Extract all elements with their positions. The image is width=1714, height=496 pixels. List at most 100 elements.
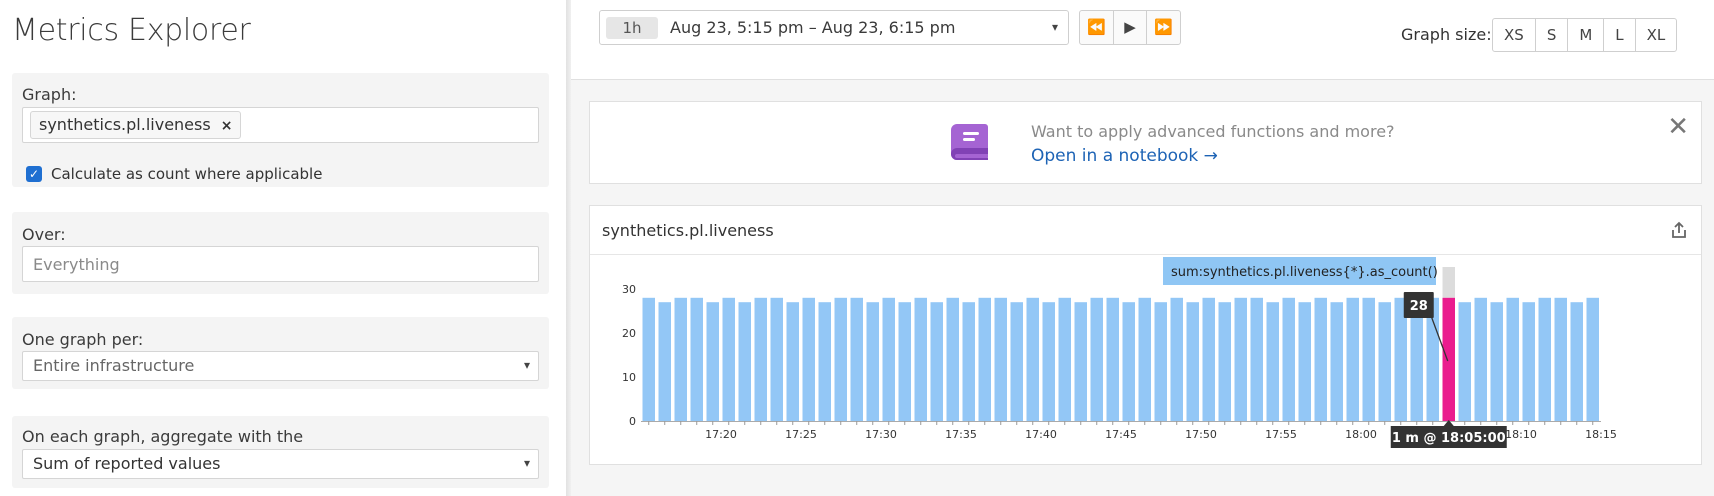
x-tick-label: 17:45 bbox=[1105, 428, 1137, 441]
bar bbox=[962, 302, 975, 421]
x-tick-label: 17:25 bbox=[785, 428, 817, 441]
bar bbox=[1186, 302, 1199, 421]
aggregate-section: On each graph, aggregate with the Sum of… bbox=[12, 416, 549, 488]
bar bbox=[946, 297, 959, 421]
metric-chip-label: synthetics.pl.liveness bbox=[39, 115, 211, 134]
time-range-text: Aug 23, 5:15 pm – Aug 23, 6:15 pm bbox=[670, 18, 956, 37]
bar bbox=[914, 297, 927, 421]
count-checkbox[interactable]: ✓ bbox=[26, 166, 42, 182]
bar bbox=[1202, 297, 1215, 421]
bar bbox=[1538, 297, 1551, 421]
bar bbox=[1410, 302, 1423, 421]
toolbar: 1h Aug 23, 5:15 pm – Aug 23, 6:15 pm ▾ ⏪… bbox=[571, 0, 1714, 80]
bar bbox=[834, 297, 847, 421]
bar bbox=[1122, 302, 1135, 421]
bar bbox=[898, 302, 911, 421]
time-span-badge: 1h bbox=[606, 17, 658, 39]
query-panel: Metrics Explorer Graph: synthetics.pl.li… bbox=[0, 0, 566, 496]
over-section: Over: Everything bbox=[12, 212, 549, 294]
bar bbox=[1570, 302, 1583, 421]
x-tick-label: 17:35 bbox=[945, 428, 977, 441]
x-tick-label: 18:15 bbox=[1585, 428, 1617, 441]
graph-per-select[interactable]: Entire infrastructure ▾ bbox=[22, 351, 539, 381]
bar bbox=[1554, 297, 1567, 421]
aggregate-label: On each graph, aggregate with the bbox=[22, 427, 304, 446]
graph-widget: synthetics.pl.liveness 0 10 20 30 17:20 17:25… bbox=[589, 205, 1702, 465]
bar bbox=[1522, 302, 1535, 421]
bar bbox=[802, 297, 815, 421]
tooltip-time: 1 m @ 18:05:00 bbox=[1392, 431, 1506, 446]
bar bbox=[1266, 302, 1279, 421]
x-tick-label: 17:55 bbox=[1265, 428, 1297, 441]
over-placeholder: Everything bbox=[33, 255, 120, 274]
graph-per-section: One graph per: Entire infrastructure ▾ bbox=[12, 317, 549, 389]
graph-section: Graph: synthetics.pl.liveness × ✓ Calcula… bbox=[12, 73, 549, 187]
bar bbox=[754, 297, 767, 421]
share-icon[interactable] bbox=[1669, 220, 1689, 240]
page-title: Metrics Explorer bbox=[12, 13, 251, 48]
time-range-picker[interactable]: 1h Aug 23, 5:15 pm – Aug 23, 6:15 pm ▾ bbox=[599, 10, 1069, 45]
close-icon[interactable]: ✕ bbox=[1667, 112, 1689, 142]
bar-chart[interactable]: 0 10 20 30 17:20 17:25 17:30 17:35 17:40 17:45 17:… bbox=[590, 255, 1701, 465]
graph-size-group: XS S M L XL bbox=[1492, 18, 1678, 52]
chevron-down-icon: ▾ bbox=[523, 456, 530, 470]
bar bbox=[706, 302, 719, 421]
bar bbox=[1234, 297, 1247, 421]
bar bbox=[1282, 297, 1295, 421]
bar bbox=[882, 297, 895, 421]
bar bbox=[1154, 302, 1167, 421]
bar bbox=[994, 297, 1007, 421]
bar bbox=[658, 302, 671, 421]
size-xl-button[interactable]: XL bbox=[1636, 19, 1677, 51]
banner-text: Want to apply advanced functions and mor… bbox=[1031, 122, 1395, 141]
bar bbox=[1250, 297, 1263, 421]
bar bbox=[1314, 297, 1327, 421]
bar bbox=[1586, 297, 1599, 421]
bar bbox=[642, 297, 655, 421]
open-notebook-link[interactable]: Open in a notebook → bbox=[1031, 146, 1218, 166]
bar bbox=[1026, 297, 1039, 421]
size-xs-button[interactable]: XS bbox=[1493, 19, 1536, 51]
size-m-button[interactable]: M bbox=[1568, 19, 1605, 51]
bar bbox=[674, 297, 687, 421]
bar bbox=[1506, 297, 1519, 421]
bar bbox=[1074, 302, 1087, 421]
bar bbox=[1010, 302, 1023, 421]
graph-label: Graph: bbox=[22, 85, 77, 104]
bar bbox=[1106, 297, 1119, 421]
graph-area: 1h Aug 23, 5:15 pm – Aug 23, 6:15 pm ▾ ⏪… bbox=[571, 0, 1714, 496]
aggregate-select[interactable]: Sum of reported values ▾ bbox=[22, 449, 539, 479]
bar bbox=[1474, 297, 1487, 421]
bar bbox=[1138, 297, 1151, 421]
x-tick-label: 17:50 bbox=[1185, 428, 1217, 441]
bar bbox=[1218, 302, 1231, 421]
fast-forward-icon[interactable]: ⏩ bbox=[1147, 11, 1180, 44]
remove-metric-icon[interactable]: × bbox=[221, 118, 233, 134]
bar bbox=[1490, 302, 1503, 421]
chevron-down-icon: ▾ bbox=[523, 358, 530, 372]
x-tick-label: 18:10 bbox=[1505, 428, 1537, 441]
rewind-icon[interactable]: ⏪ bbox=[1080, 11, 1114, 44]
metric-input[interactable]: synthetics.pl.liveness × bbox=[22, 107, 539, 143]
x-tick-label: 17:30 bbox=[865, 428, 897, 441]
notebook-banner: Want to apply advanced functions and mor… bbox=[589, 101, 1702, 184]
x-tick-label: 17:20 bbox=[705, 428, 737, 441]
play-icon[interactable]: ▶ bbox=[1114, 11, 1148, 44]
y-tick-label: 10 bbox=[622, 371, 636, 384]
bar bbox=[1378, 302, 1391, 421]
metric-chip: synthetics.pl.liveness × bbox=[30, 111, 242, 139]
aggregate-value: Sum of reported values bbox=[33, 454, 221, 473]
bar bbox=[850, 297, 863, 421]
highlighted-bar bbox=[1442, 297, 1455, 421]
size-l-button[interactable]: L bbox=[1604, 19, 1636, 51]
bar bbox=[690, 297, 703, 421]
bar bbox=[738, 302, 751, 421]
bar bbox=[1362, 297, 1375, 421]
x-tick-label: 18:00 bbox=[1345, 428, 1377, 441]
count-checkbox-label: Calculate as count where applicable bbox=[51, 165, 323, 183]
bar bbox=[1330, 302, 1343, 421]
graph-per-label: One graph per: bbox=[22, 330, 144, 349]
bar bbox=[770, 297, 783, 421]
size-s-button[interactable]: S bbox=[1536, 19, 1569, 51]
over-input[interactable]: Everything bbox=[22, 246, 539, 282]
